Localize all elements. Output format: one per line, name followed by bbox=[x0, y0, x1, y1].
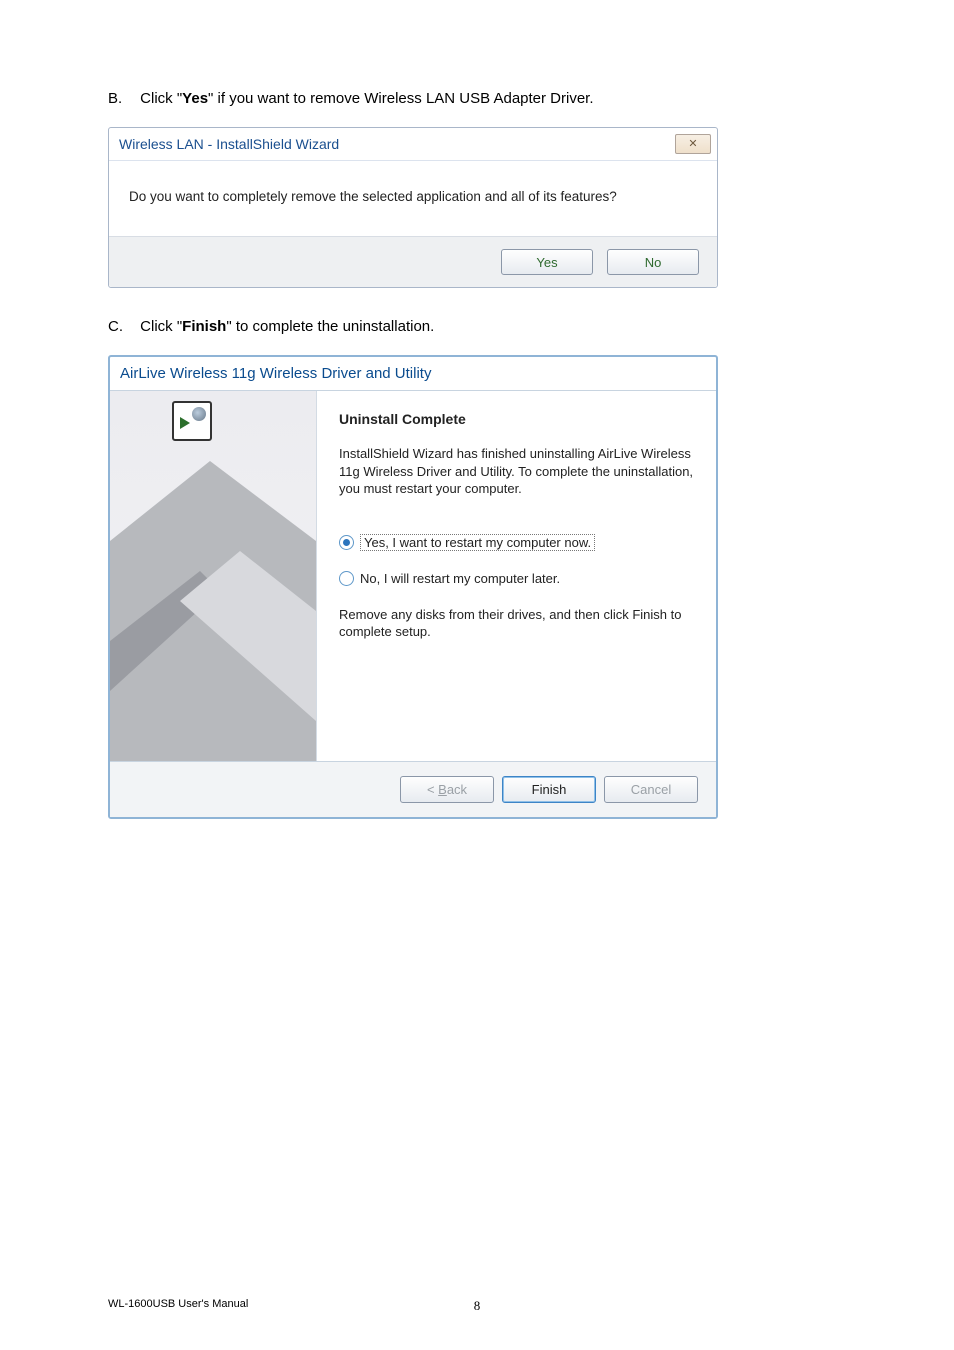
instruction-c-text-prefix: Click " bbox=[140, 318, 182, 335]
page-number: 8 bbox=[474, 1298, 481, 1314]
dialog2-button-bar: < Back Finish Cancel bbox=[110, 761, 716, 817]
dialog1-titlebar: Wireless LAN - InstallShield Wizard ✕ bbox=[109, 128, 717, 161]
dialog1-body: Do you want to completely remove the sel… bbox=[109, 161, 717, 236]
close-icon: ✕ bbox=[688, 139, 697, 150]
uninstall-complete-description: InstallShield Wizard has finished uninst… bbox=[339, 445, 694, 498]
dialog2-content: Uninstall Complete InstallShield Wizard … bbox=[110, 390, 716, 761]
no-button[interactable]: No bbox=[607, 249, 699, 275]
instruction-b-text-prefix: Click " bbox=[140, 90, 182, 107]
radio-restart-now[interactable]: Yes, I want to restart my computer now. bbox=[339, 534, 694, 551]
radio-restart-now-label: Yes, I want to restart my computer now. bbox=[360, 534, 595, 551]
wizard-side-image bbox=[110, 391, 317, 761]
instruction-c-letter: C. bbox=[108, 318, 136, 335]
finish-button[interactable]: Finish bbox=[502, 776, 596, 803]
instruction-b-text-suffix: " if you want to remove Wireless LAN USB… bbox=[208, 90, 593, 107]
instruction-c-bold: Finish bbox=[182, 318, 226, 335]
cancel-button-label: Cancel bbox=[631, 782, 671, 797]
instruction-b-bold: Yes bbox=[182, 90, 208, 107]
no-button-label: No bbox=[645, 255, 662, 270]
dialog1-title: Wireless LAN - InstallShield Wizard bbox=[119, 136, 339, 152]
instruction-b-letter: B. bbox=[108, 90, 136, 107]
back-button: < Back bbox=[400, 776, 494, 803]
wizard-graphic-icon bbox=[110, 391, 316, 761]
dialog1-message: Do you want to completely remove the sel… bbox=[129, 189, 617, 204]
uninstall-complete-heading: Uninstall Complete bbox=[339, 411, 694, 427]
instruction-c-text-suffix: " to complete the uninstallation. bbox=[226, 318, 434, 335]
radio-icon-unselected bbox=[339, 571, 354, 586]
instruction-b: B. Click "Yes" if you want to remove Wir… bbox=[108, 90, 846, 107]
close-button[interactable]: ✕ bbox=[675, 134, 711, 154]
document-page: B. Click "Yes" if you want to remove Wir… bbox=[0, 0, 954, 1350]
uninstall-complete-dialog: AirLive Wireless 11g Wireless Driver and… bbox=[108, 355, 718, 819]
installer-box-icon bbox=[172, 401, 212, 441]
confirm-remove-dialog: Wireless LAN - InstallShield Wizard ✕ Do… bbox=[108, 127, 718, 288]
instruction-c: C. Click "Finish" to complete the uninst… bbox=[108, 318, 846, 335]
yes-button[interactable]: Yes bbox=[501, 249, 593, 275]
page-footer: WL-1600USB User's Manual 8 bbox=[108, 1298, 846, 1310]
dialog2-title: AirLive Wireless 11g Wireless Driver and… bbox=[110, 357, 716, 390]
yes-button-label: Yes bbox=[536, 255, 557, 270]
footer-left: WL-1600USB User's Manual bbox=[108, 1298, 248, 1310]
radio-icon-selected bbox=[339, 535, 354, 550]
dialog2-right-pane: Uninstall Complete InstallShield Wizard … bbox=[317, 391, 716, 761]
remove-disks-note: Remove any disks from their drives, and … bbox=[339, 606, 694, 641]
dialog1-button-bar: Yes No bbox=[109, 236, 717, 287]
cancel-button: Cancel bbox=[604, 776, 698, 803]
radio-restart-later-label: No, I will restart my computer later. bbox=[360, 571, 560, 586]
finish-button-label: Finish bbox=[532, 782, 567, 797]
radio-restart-later[interactable]: No, I will restart my computer later. bbox=[339, 571, 694, 586]
back-button-label: < Back bbox=[427, 782, 467, 797]
